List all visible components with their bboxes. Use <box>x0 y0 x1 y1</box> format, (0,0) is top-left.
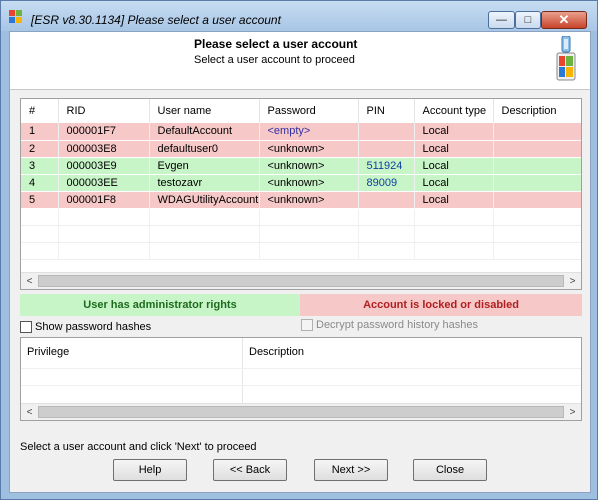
cell-num: 4 <box>21 174 59 192</box>
scroll-right-arrow-icon[interactable]: > <box>564 273 581 289</box>
minimize-button[interactable]: — <box>488 11 515 29</box>
cell-num: 1 <box>21 123 59 141</box>
row-divider <box>21 368 581 369</box>
cell-rid: 000003E8 <box>58 140 150 158</box>
cell-num: 3 <box>21 157 59 175</box>
col-header-password[interactable]: Password <box>259 99 359 123</box>
cell-rid: 000003EE <box>58 174 150 192</box>
col-header-pin[interactable]: PIN <box>358 99 415 123</box>
app-icon <box>9 10 22 23</box>
cell-rid: 000001F8 <box>58 191 150 209</box>
col-header-privilege[interactable]: Privilege <box>27 346 69 358</box>
cell-username: Evgen <box>149 157 260 175</box>
col-header-username[interactable]: User name <box>149 99 260 123</box>
scroll-right-arrow-icon[interactable]: > <box>564 404 581 420</box>
minimize-icon: — <box>496 14 507 26</box>
cell-password: <unknown> <box>259 157 359 175</box>
cell-description <box>493 123 581 141</box>
cell-pin <box>358 140 415 158</box>
checkbox-box[interactable] <box>301 319 313 331</box>
empty-row <box>21 242 581 260</box>
cell-account-type: Local <box>414 157 494 175</box>
maximize-button[interactable]: □ <box>515 11 541 29</box>
legend-locked: Account is locked or disabled <box>300 294 582 316</box>
col-header-description[interactable]: Description <box>493 99 581 123</box>
cell-rid: 000003E9 <box>58 157 150 175</box>
cell-password: <unknown> <box>259 191 359 209</box>
legend-admin: User has administrator rights <box>20 294 300 316</box>
scroll-left-arrow-icon[interactable]: < <box>21 273 38 289</box>
app-window: [ESR v8.30.1134] Please select a user ac… <box>0 0 598 500</box>
title-bar[interactable]: [ESR v8.30.1134] Please select a user ac… <box>1 1 597 31</box>
cell-num: 5 <box>21 191 59 209</box>
privileges-horizontal-scrollbar[interactable]: < > <box>21 403 581 420</box>
wizard-header: Please select a user account Select a us… <box>10 32 590 90</box>
cell-username: defaultuser0 <box>149 140 260 158</box>
cell-username: testozavr <box>149 174 260 192</box>
show-hashes-checkbox[interactable]: Show password hashes <box>20 321 151 333</box>
show-hashes-label: Show password hashes <box>35 321 152 333</box>
table-row[interactable]: 4 000003EE testozavr <unknown> 89009 Loc… <box>21 174 581 192</box>
next-button[interactable]: Next >> <box>314 459 388 481</box>
window-title: [ESR v8.30.1134] Please select a user ac… <box>31 13 281 27</box>
maximize-icon: □ <box>524 14 532 26</box>
wizard-client: Please select a user account Select a us… <box>9 31 591 493</box>
table-row[interactable]: 3 000003E9 Evgen <unknown> 511924 Local <box>21 157 581 175</box>
cell-password: <unknown> <box>259 174 359 192</box>
accounts-header-row: # RID User name Password PIN Account typ… <box>21 99 581 123</box>
password-wand-icon <box>556 36 576 81</box>
scroll-thumb[interactable] <box>38 275 564 287</box>
accounts-grid: # RID User name Password PIN Account typ… <box>21 99 581 260</box>
accounts-horizontal-scrollbar[interactable]: < > <box>21 272 581 289</box>
status-text: Select a user account and click 'Next' t… <box>20 441 257 453</box>
empty-row <box>21 208 581 226</box>
cell-num: 2 <box>21 140 59 158</box>
table-row[interactable]: 2 000003E8 defaultuser0 <unknown> Local <box>21 140 581 158</box>
close-icon: ✕ <box>558 12 570 27</box>
col-header-rid[interactable]: RID <box>58 99 150 123</box>
col-header-num[interactable]: # <box>21 99 59 123</box>
scroll-thumb[interactable] <box>38 406 564 418</box>
col-header-account-type[interactable]: Account type <box>414 99 494 123</box>
close-window-button[interactable]: ✕ <box>541 11 587 29</box>
cell-pin <box>358 191 415 209</box>
cell-description <box>493 191 581 209</box>
checkbox-box[interactable] <box>20 321 32 333</box>
cell-description <box>493 157 581 175</box>
cell-username: DefaultAccount <box>149 123 260 141</box>
cell-rid: 000001F7 <box>58 123 150 141</box>
cell-account-type: Local <box>414 123 494 141</box>
decrypt-history-checkbox[interactable]: Decrypt password history hashes <box>301 319 478 331</box>
empty-row <box>21 225 581 243</box>
description-column: Description <box>243 338 581 404</box>
cell-password: <empty> <box>259 123 359 141</box>
close-button[interactable]: Close <box>413 459 487 481</box>
scroll-left-arrow-icon[interactable]: < <box>21 404 38 420</box>
cell-password: <unknown> <box>259 140 359 158</box>
back-button[interactable]: << Back <box>213 459 287 481</box>
row-divider <box>21 385 581 386</box>
privileges-table[interactable]: Privilege Description < > <box>20 337 582 421</box>
cell-pin <box>358 123 415 141</box>
cell-pin: 89009 <box>358 174 415 192</box>
cell-pin: 511924 <box>358 157 415 175</box>
table-row[interactable]: 1 000001F7 DefaultAccount <empty> Local <box>21 123 581 141</box>
decrypt-history-label: Decrypt password history hashes <box>316 319 479 331</box>
page-title: Please select a user account <box>194 37 358 51</box>
cell-username: WDAGUtilityAccount <box>149 191 260 209</box>
col-header-priv-description[interactable]: Description <box>249 346 304 358</box>
privilege-column: Privilege <box>21 338 243 404</box>
cell-account-type: Local <box>414 140 494 158</box>
table-row[interactable]: 5 000001F8 WDAGUtilityAccount <unknown> … <box>21 191 581 209</box>
cell-description <box>493 140 581 158</box>
cell-account-type: Local <box>414 191 494 209</box>
page-subtitle: Select a user account to proceed <box>194 54 355 66</box>
cell-description <box>493 174 581 192</box>
cell-account-type: Local <box>414 174 494 192</box>
accounts-table[interactable]: # RID User name Password PIN Account typ… <box>20 98 582 290</box>
help-button[interactable]: Help <box>113 459 187 481</box>
